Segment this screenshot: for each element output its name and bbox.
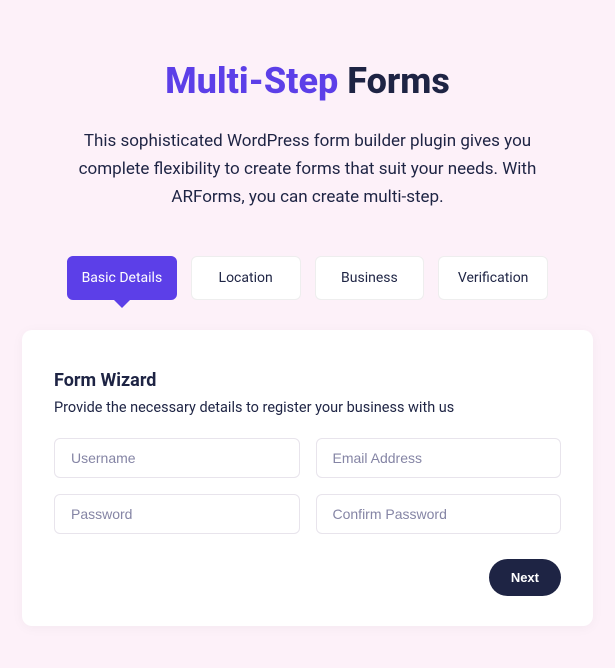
password-field[interactable] <box>54 494 300 534</box>
tab-label: Basic Details <box>82 270 163 286</box>
page-subtitle: This sophisticated WordPress form builde… <box>22 127 593 211</box>
tab-verification[interactable]: Verification <box>438 256 548 300</box>
title-accent: Multi-Step <box>165 60 338 102</box>
header: Multi-Step Forms This sophisticated Word… <box>22 60 593 211</box>
form-footer: Next <box>54 559 561 596</box>
confirm-password-field[interactable] <box>316 494 562 534</box>
form-row <box>54 494 561 534</box>
tab-business[interactable]: Business <box>315 256 425 300</box>
tabs-container: Basic Details Location Business Verifica… <box>22 256 593 300</box>
form-card: Form Wizard Provide the necessary detail… <box>22 330 593 626</box>
page-title: Multi-Step Forms <box>22 60 593 102</box>
form-title: Form Wizard <box>54 370 561 391</box>
email-field[interactable] <box>316 438 562 478</box>
username-field[interactable] <box>54 438 300 478</box>
tab-basic-details[interactable]: Basic Details <box>67 256 177 300</box>
form-row <box>54 438 561 478</box>
tab-location[interactable]: Location <box>191 256 301 300</box>
next-button[interactable]: Next <box>489 559 561 596</box>
title-rest: Forms <box>338 60 450 102</box>
form-subtitle: Provide the necessary details to registe… <box>54 399 561 416</box>
tab-label: Location <box>219 270 273 286</box>
tab-label: Business <box>341 270 398 286</box>
tab-label: Verification <box>458 270 529 286</box>
